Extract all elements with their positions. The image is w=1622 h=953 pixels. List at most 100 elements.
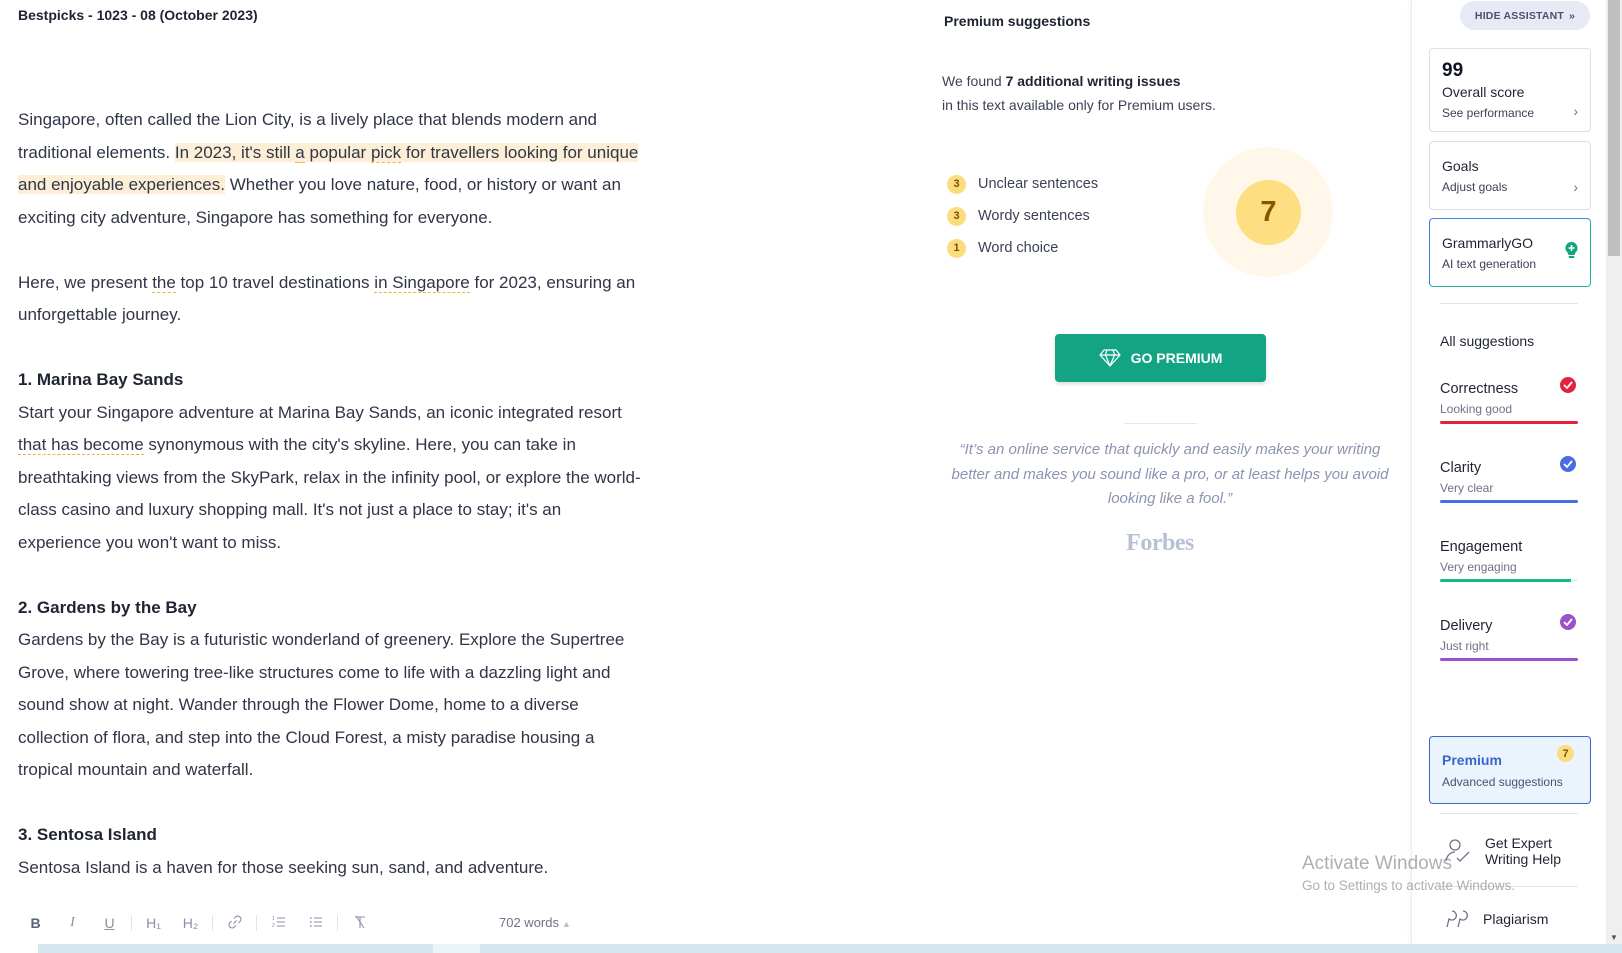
category-status: Looking good xyxy=(1440,402,1513,416)
section-text[interactable]: Sentosa Island is a haven for those seek… xyxy=(18,852,643,885)
issues-count-text: 7 additional writing issues xyxy=(1005,73,1181,89)
grammarlygo-label: GrammarlyGO xyxy=(1442,235,1533,251)
toolbar-divider xyxy=(337,915,338,931)
all-suggestions-link[interactable]: All suggestions xyxy=(1440,333,1534,349)
check-circle-icon xyxy=(1560,614,1576,630)
plagiarism-link[interactable]: Plagiarism xyxy=(1445,909,1548,929)
issue-label: Word choice xyxy=(978,240,1059,256)
suggestion-underline[interactable]: in Singapore xyxy=(374,272,470,293)
goals-card[interactable]: Goals Adjust goals › xyxy=(1429,141,1591,210)
suggestion-underline[interactable]: a xyxy=(295,142,305,163)
grammarlygo-card[interactable]: GrammarlyGO AI text generation xyxy=(1429,218,1591,287)
grammarlygo-sub: AI text generation xyxy=(1442,257,1537,271)
premium-sub: Advanced suggestions xyxy=(1442,775,1563,789)
underline-button[interactable]: U xyxy=(91,915,128,931)
suggestion-underline[interactable]: the xyxy=(152,272,176,293)
issue-count-badge: 3 xyxy=(947,206,966,226)
text-run: Writing Help xyxy=(1485,851,1561,867)
issue-count-badge: 1 xyxy=(947,238,966,258)
category-status: Very engaging xyxy=(1440,560,1517,574)
issue-list: 3 Unclear sentences 3 Wordy sentences 1 … xyxy=(947,168,1098,264)
go-premium-label: GO PREMIUM xyxy=(1130,350,1223,366)
category-title: Correctness xyxy=(1440,381,1519,397)
category-engagement[interactable]: Engagement Very engaging xyxy=(1440,539,1578,582)
link-button[interactable] xyxy=(216,915,253,932)
taskbar-segment xyxy=(433,944,480,953)
go-premium-button[interactable]: GO PREMIUM xyxy=(1055,334,1266,382)
panel-title: Premium suggestions xyxy=(944,13,1091,29)
toolbar-divider xyxy=(256,915,257,931)
formatting-toolbar: B I U H₁ H₂ 12 702 words ▲ xyxy=(0,905,660,941)
word-count-label: 702 words xyxy=(499,915,559,930)
clear-format-icon xyxy=(354,915,365,928)
testimonial-quote: “It’s an online service that quickly and… xyxy=(951,441,1389,507)
total-issues-halo: 7 xyxy=(1203,147,1333,277)
total-issues-badge: 7 xyxy=(1236,180,1301,245)
document-body[interactable]: Singapore, often called the Lion City, i… xyxy=(18,104,643,890)
chevron-right-icon: › xyxy=(1573,103,1578,119)
plagiarism-label: Plagiarism xyxy=(1483,911,1549,927)
word-count[interactable]: 702 words ▲ xyxy=(499,915,571,930)
page-scrollbar[interactable]: ▼ xyxy=(1606,0,1622,944)
link-icon xyxy=(228,915,241,928)
category-progress-bar xyxy=(1440,579,1578,582)
lightbulb-icon xyxy=(1565,241,1578,258)
ordered-list-icon: 12 xyxy=(272,916,285,929)
paragraph-present[interactable]: Here, we present the top 10 travel desti… xyxy=(18,267,643,332)
heading1-button[interactable]: H₁ xyxy=(135,915,172,931)
category-clarity[interactable]: Clarity Very clear xyxy=(1440,456,1578,503)
expert-person-check-icon xyxy=(1445,839,1470,862)
bullet-list-button[interactable] xyxy=(297,915,334,932)
check-circle-icon xyxy=(1560,456,1576,472)
suggestion-underline[interactable]: that has become xyxy=(18,435,144,455)
category-progress-bar xyxy=(1440,421,1578,424)
ordered-list-button[interactable]: 12 xyxy=(260,915,297,932)
divider xyxy=(1440,303,1578,304)
premium-label: Premium xyxy=(1442,752,1502,768)
bullet-list-icon xyxy=(309,916,322,927)
text-run: In 2023, it's still xyxy=(174,142,296,162)
divider xyxy=(1440,813,1578,814)
adjust-goals-link[interactable]: Adjust goals xyxy=(1442,180,1507,194)
text-run: Here, we present xyxy=(18,272,153,292)
premium-suggestions-panel: Premium suggestions We found 7 additiona… xyxy=(930,0,1410,905)
scroll-down-arrow-icon[interactable]: ▼ xyxy=(1610,933,1618,942)
text-run: in this text available only for Premium … xyxy=(942,97,1216,113)
expert-help-link[interactable]: Get Expert Writing Help xyxy=(1445,835,1561,867)
toolbar-divider xyxy=(212,915,213,931)
category-title: Engagement xyxy=(1440,539,1523,555)
issue-count-badge: 3 xyxy=(947,174,966,194)
italic-button[interactable]: I xyxy=(54,915,91,931)
toolbar-divider xyxy=(131,915,132,931)
bold-button[interactable]: B xyxy=(17,915,54,931)
clear-formatting-button[interactable] xyxy=(341,915,378,932)
hide-assistant-button[interactable]: HIDE ASSISTANT » xyxy=(1460,1,1590,30)
see-performance-link[interactable]: See performance xyxy=(1442,106,1534,120)
chevron-right-icon: › xyxy=(1573,179,1578,195)
category-correctness[interactable]: Correctness Looking good xyxy=(1440,377,1578,424)
issue-item: 3 Wordy sentences xyxy=(947,200,1098,232)
suggestion-underline[interactable]: pick xyxy=(370,142,402,163)
category-status: Just right xyxy=(1440,639,1489,653)
overall-score-card[interactable]: 99 Overall score See performance › xyxy=(1429,48,1591,132)
category-progress-bar xyxy=(1440,500,1578,503)
paragraph-intro[interactable]: Singapore, often called the Lion City, i… xyxy=(18,104,643,234)
premium-card[interactable]: Premium Advanced suggestions 7 xyxy=(1429,736,1591,804)
check-circle-icon xyxy=(1560,377,1576,393)
issue-label: Unclear sentences xyxy=(978,176,1099,192)
text-run: We found xyxy=(942,73,1006,89)
section-heading: 2. Gardens by the Bay xyxy=(18,597,197,617)
document-title[interactable]: Bestpicks - 1023 - 08 (October 2023) xyxy=(18,7,258,23)
heading2-button[interactable]: H₂ xyxy=(172,915,209,931)
expert-help-label: Get Expert Writing Help xyxy=(1485,835,1561,867)
svg-text:1: 1 xyxy=(272,916,275,922)
category-delivery[interactable]: Delivery Just right xyxy=(1440,614,1578,661)
hide-assistant-label: HIDE ASSISTANT xyxy=(1474,9,1565,22)
forbes-logo: Forbes xyxy=(1126,530,1194,556)
scrollbar-thumb[interactable] xyxy=(1608,0,1620,256)
section-text[interactable]: Gardens by the Bay is a futuristic wonde… xyxy=(18,624,643,787)
section-text[interactable]: Start your Singapore adventure at Marina… xyxy=(18,397,643,560)
editor: Bestpicks - 1023 - 08 (October 2023) Sin… xyxy=(0,0,660,931)
taskbar-strip xyxy=(0,944,1622,953)
overall-score-label: Overall score xyxy=(1442,84,1525,100)
